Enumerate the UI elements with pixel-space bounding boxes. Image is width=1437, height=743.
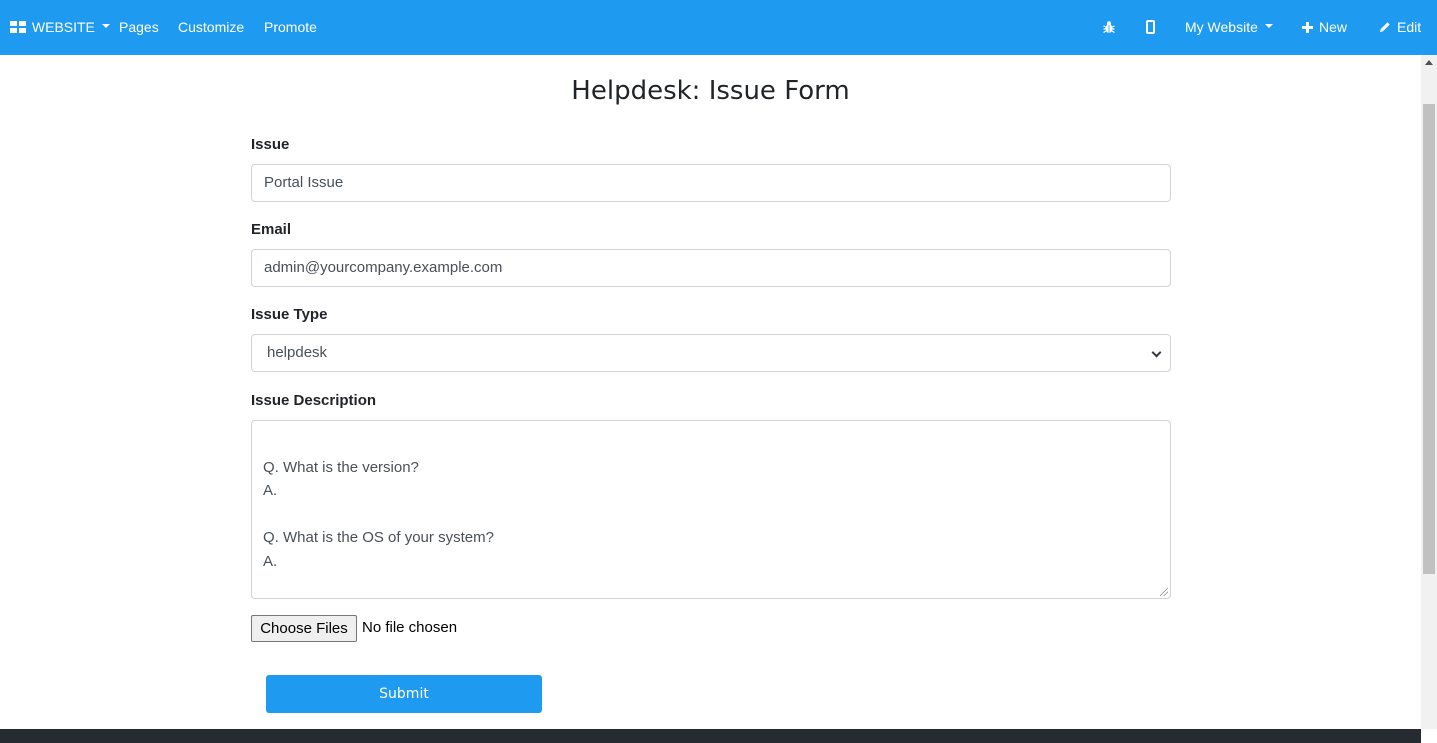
nav-pages[interactable]: Pages: [119, 0, 159, 55]
description-line: [263, 432, 1159, 456]
my-website-label: My Website: [1185, 19, 1258, 35]
email-input[interactable]: admin@yourcompany.example.com: [251, 249, 1171, 287]
edit-button[interactable]: Edit: [1379, 0, 1421, 55]
edit-label: Edit: [1397, 19, 1422, 35]
new-button[interactable]: New: [1302, 0, 1347, 55]
issue-description-textarea[interactable]: Q. What is the version? A. Q. What is th…: [251, 420, 1171, 599]
description-line: Q. What is the version?: [263, 458, 419, 476]
pencil-icon: [1380, 22, 1390, 33]
nav-customize[interactable]: Customize: [178, 0, 244, 55]
issue-type-value: helpdesk: [267, 344, 328, 361]
issue-type-label: Issue Type: [251, 306, 328, 323]
website-menu-label: WEBSITE: [31, 19, 95, 35]
scrollbar-thumb[interactable]: [1423, 104, 1435, 574]
mobile-preview-button[interactable]: [1146, 0, 1155, 55]
top-navbar: WEBSITE Pages Customize Promote My Websi…: [0, 0, 1437, 55]
description-line: A.: [263, 482, 278, 499]
mobile-icon: [1146, 20, 1155, 35]
scroll-up-icon[interactable]: [1425, 60, 1433, 65]
issue-description-label: Issue Description: [251, 392, 377, 409]
description-line: [263, 503, 1159, 527]
my-website-menu[interactable]: My Website: [1185, 0, 1273, 55]
email-label: Email: [251, 221, 292, 238]
choose-files-button[interactable]: Choose Files: [251, 615, 357, 642]
caret-down-icon: [101, 24, 110, 29]
caret-down-icon: [1264, 24, 1273, 29]
nav-promote[interactable]: Promote: [264, 0, 317, 55]
page-title: Helpdesk: Issue Form: [571, 76, 850, 106]
page-footer: [0, 729, 1421, 743]
description-line: Q. What is the OS of your system?: [263, 529, 494, 546]
submit-button[interactable]: Submit: [266, 675, 542, 713]
new-label: New: [1319, 19, 1348, 35]
website-menu[interactable]: WEBSITE: [10, 0, 110, 55]
page-scrollbar[interactable]: [1421, 55, 1437, 729]
resize-handle-icon[interactable]: [1160, 588, 1168, 596]
issue-type-select[interactable]: helpdesk: [251, 334, 1171, 372]
issue-label: Issue: [251, 136, 290, 153]
debug-button[interactable]: [1103, 0, 1115, 55]
apps-grid-icon: [10, 21, 26, 34]
plus-icon: [1302, 21, 1313, 33]
bug-icon: [1103, 21, 1115, 34]
chevron-down-icon: [1151, 347, 1162, 358]
file-status-text: No file chosen: [362, 619, 458, 636]
issue-input[interactable]: Portal Issue: [251, 164, 1171, 202]
description-line: A.: [263, 552, 278, 570]
